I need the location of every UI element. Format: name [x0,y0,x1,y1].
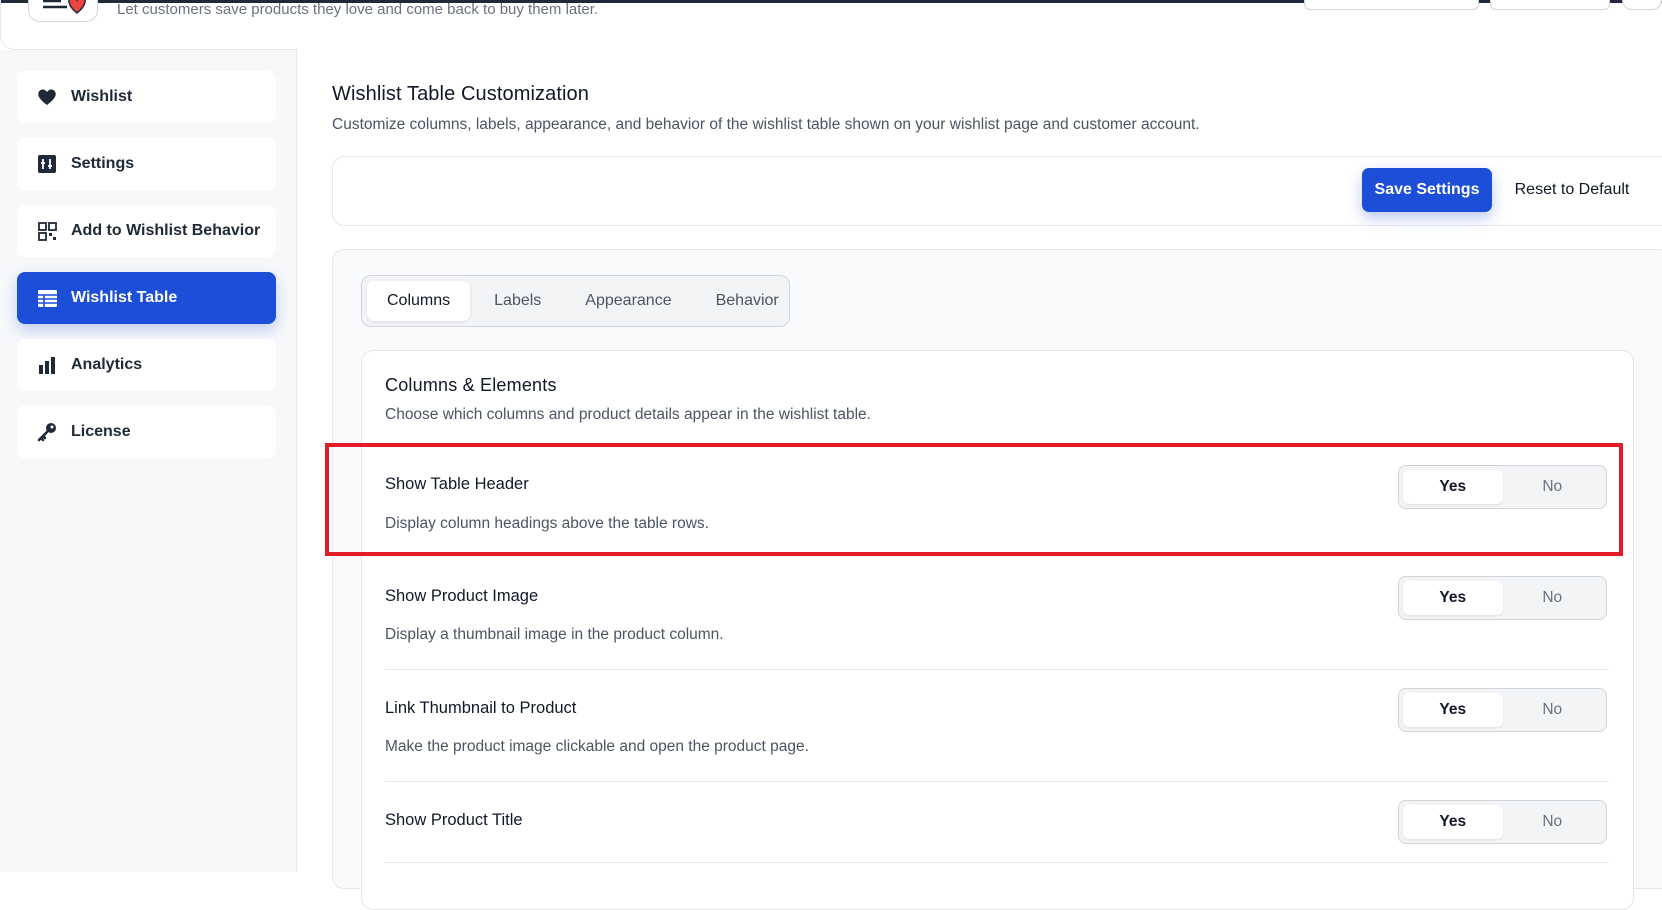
save-settings-button[interactable]: Save Settings [1362,168,1492,212]
sidebar-item-license[interactable]: License [17,406,276,458]
wishlist-logo-icon [43,0,86,14]
toggle-yes-option[interactable]: Yes [1403,693,1503,727]
setting-description: Make the product image clickable and ope… [385,738,809,755]
setting-title: Show Product Image [385,587,539,605]
bar-chart-icon [37,355,57,375]
app-logo [28,0,98,22]
heart-icon [37,87,57,107]
sidebar-item-analytics[interactable]: Analytics [17,339,276,391]
tab-labels[interactable]: Labels [474,281,561,321]
show-table-header-toggle: Yes No [1398,465,1607,509]
toggle-no-option[interactable]: No [1503,693,1603,727]
app-description: Let customers save products they love an… [117,1,599,18]
setting-description: Display a thumbnail image in the product… [385,626,724,643]
sidebar-item-label: Wishlist [71,88,133,105]
toggle-no-option[interactable]: No [1503,470,1603,504]
qr-grid-icon [37,221,57,241]
toggle-no-option[interactable]: No [1503,581,1603,615]
table-icon [37,288,57,308]
header-icon-button[interactable] [1622,0,1662,10]
toggle-yes-option[interactable]: Yes [1403,470,1503,504]
sidebar-item-wishlist[interactable]: Wishlist [17,71,276,123]
section-title: Columns & Elements [385,375,557,395]
show-product-title-toggle: Yes No [1398,800,1607,844]
header-button[interactable] [1304,0,1479,10]
toggle-no-option[interactable]: No [1503,805,1603,839]
top-bar: Let customers save products they love an… [0,0,1662,50]
sidebar-item-add-to-wishlist-behavior[interactable]: Add to Wishlist Behavior [17,205,276,257]
setting-description: Display column headings above the table … [385,515,709,532]
page-description: Customize columns, labels, appearance, a… [332,116,1200,133]
sidebar-item-label: Add to Wishlist Behavior [71,222,261,239]
sidebar-item-label: Wishlist Table [71,289,178,306]
sidebar-item-settings[interactable]: Settings [17,138,276,190]
header-button[interactable] [1490,0,1610,10]
sidebar-item-wishlist-table[interactable]: Wishlist Table [17,272,276,324]
row-divider [385,862,1609,863]
sidebar-item-label: Settings [71,155,135,172]
toggle-yes-option[interactable]: Yes [1403,581,1503,615]
settings-icon [37,154,57,174]
tab-behavior[interactable]: Behavior [696,281,799,321]
show-product-image-toggle: Yes No [1398,576,1607,620]
reset-to-default-button[interactable]: Reset to Default [1502,168,1642,212]
main-content: Wishlist Table Customization Customize c… [298,50,1662,910]
key-icon [37,422,57,442]
setting-title: Link Thumbnail to Product [385,699,577,717]
tab-columns[interactable]: Columns [367,281,471,321]
tab-bar: Columns Labels Appearance Behavior [361,275,790,327]
row-divider [385,669,1609,670]
row-divider [385,781,1609,782]
sidebar-item-label: Analytics [71,356,143,373]
setting-title: Show Product Title [385,811,523,829]
sidebar-item-label: License [71,423,131,440]
toggle-yes-option[interactable]: Yes [1403,805,1503,839]
setting-title: Show Table Header [385,475,529,493]
page-title: Wishlist Table Customization [332,83,589,105]
sidebar: Wishlist Settings Add to Wishlist Behavi… [0,50,297,872]
section-description: Choose which columns and product details… [385,406,871,423]
tab-appearance[interactable]: Appearance [565,281,691,321]
link-thumbnail-toggle: Yes No [1398,688,1607,732]
